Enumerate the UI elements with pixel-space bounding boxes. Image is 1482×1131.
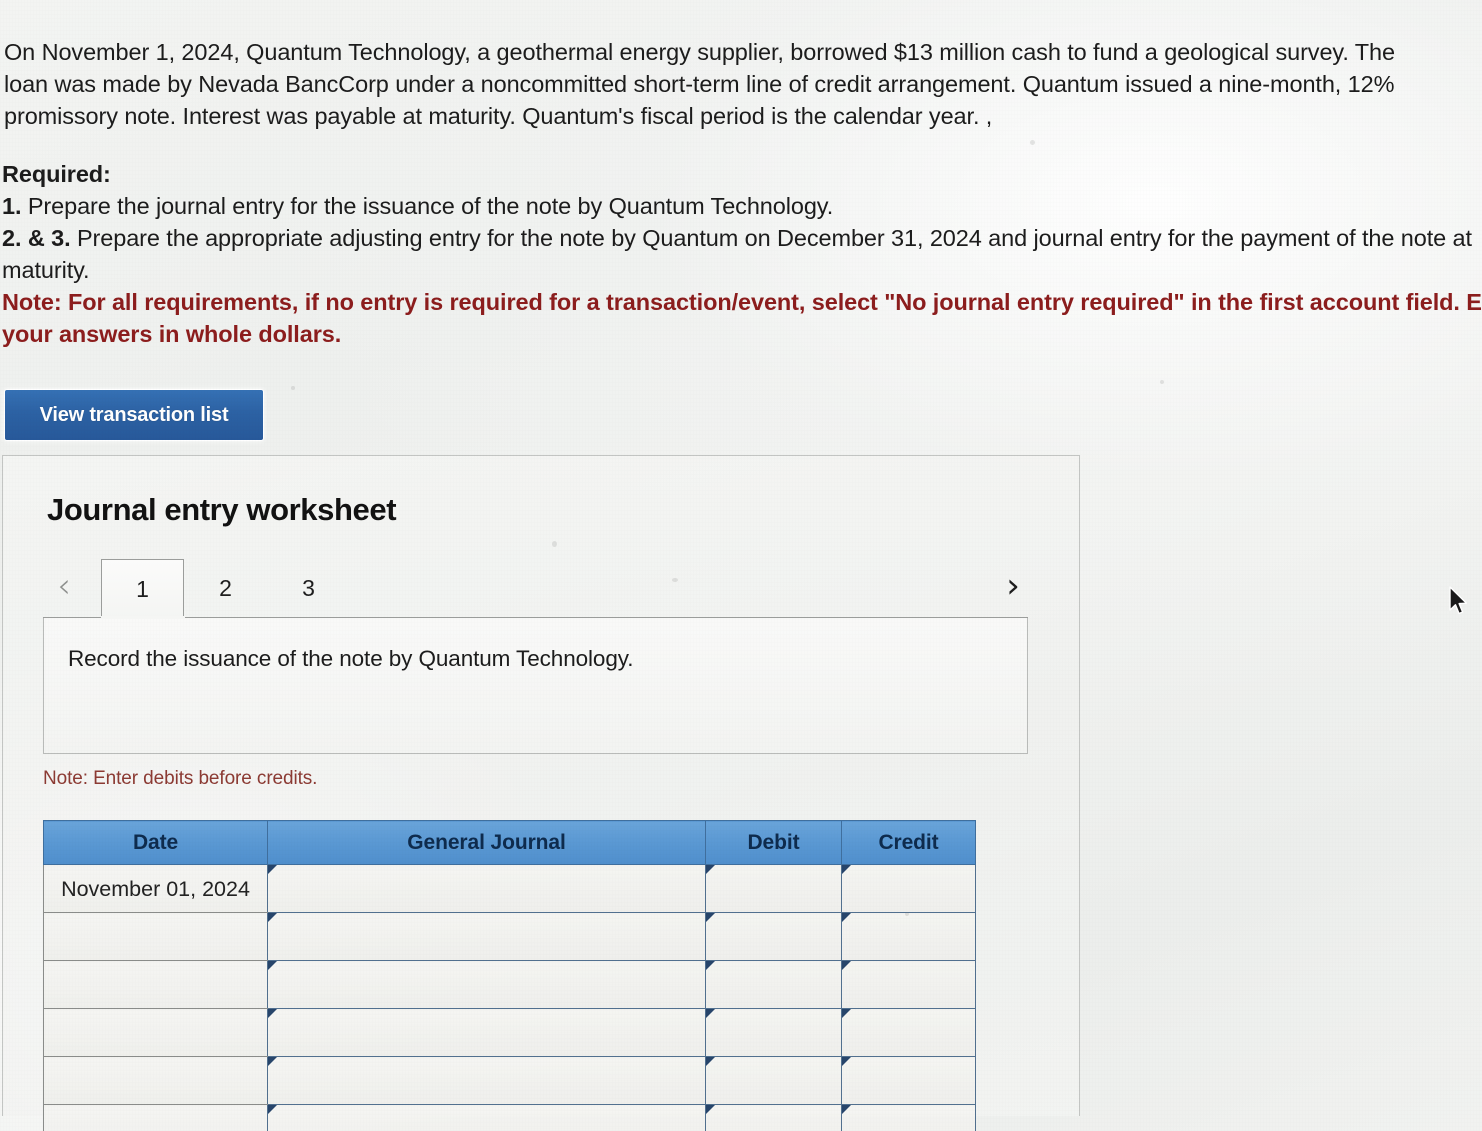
dropdown-marker-icon	[706, 913, 715, 922]
required-heading: Required:	[2, 161, 111, 187]
debit-cell[interactable]	[705, 1056, 842, 1105]
prev-entry-chevron-icon[interactable]: ‹	[49, 565, 79, 607]
dropdown-marker-icon	[842, 865, 851, 874]
date-value: November 01, 2024	[61, 877, 250, 901]
dropdown-marker-icon	[268, 1057, 277, 1066]
problem-statement-line-2: loan was made by Nevada BancCorp under a…	[4, 71, 1395, 97]
general-journal-cell[interactable]	[267, 1104, 706, 1131]
tab-strip: 1 2 3	[101, 555, 350, 618]
date-cell[interactable]	[43, 912, 268, 961]
column-header-credit: Credit	[841, 820, 976, 865]
photo-speck	[1030, 140, 1035, 145]
instruction-box: Record the issuance of the note by Quant…	[43, 618, 1028, 754]
worksheet-tab-bar: ‹ 1 2 3 ›	[43, 555, 1028, 618]
table-row	[43, 1104, 976, 1131]
journal-entry-table: Date General Journal Debit Credit Novemb…	[43, 820, 976, 1131]
dropdown-marker-icon	[706, 961, 715, 970]
dropdown-marker-icon	[842, 1057, 851, 1066]
dropdown-marker-icon	[268, 913, 277, 922]
date-value	[44, 984, 267, 986]
date-value	[44, 1128, 267, 1130]
view-transaction-list-button[interactable]: View transaction list	[4, 389, 264, 441]
photo-speck	[905, 912, 909, 916]
credit-cell[interactable]	[841, 1008, 976, 1057]
dropdown-marker-icon	[268, 865, 277, 874]
general-journal-cell[interactable]	[267, 912, 706, 961]
dropdown-marker-icon	[842, 913, 851, 922]
column-header-debit: Debit	[705, 820, 842, 865]
required-note: Note: For all requirements, if no entry …	[2, 289, 1482, 347]
general-journal-cell[interactable]	[267, 1056, 706, 1105]
credit-cell[interactable]	[841, 1056, 976, 1105]
tab-entry-2-label: 2	[219, 575, 232, 601]
tab-entry-3[interactable]: 3	[267, 559, 350, 618]
tab-entry-3-label: 3	[302, 575, 315, 601]
photo-speck	[1160, 380, 1164, 384]
credit-cell[interactable]	[841, 912, 976, 961]
date-value	[44, 936, 267, 938]
debit-cell[interactable]	[705, 912, 842, 961]
table-row	[43, 1056, 976, 1105]
credit-cell[interactable]	[841, 864, 976, 913]
screenshot-root: On November 1, 2024, Quantum Technology,…	[0, 0, 1482, 1131]
dropdown-marker-icon	[706, 1009, 715, 1018]
general-journal-cell[interactable]	[267, 1008, 706, 1057]
general-journal-cell[interactable]	[267, 864, 706, 913]
dropdown-marker-icon	[268, 1105, 277, 1114]
dropdown-marker-icon	[706, 1057, 715, 1066]
date-cell[interactable]: November 01, 2024	[43, 864, 268, 913]
date-cell[interactable]	[43, 1056, 268, 1105]
credit-cell[interactable]	[841, 1104, 976, 1131]
debits-before-credits-note: Note: Enter debits before credits.	[43, 768, 318, 789]
photo-speck	[291, 386, 295, 390]
problem-statement-line-3: promissory note. Interest was payable at…	[4, 103, 993, 129]
required-item-2-number: 2. & 3.	[2, 225, 71, 251]
tab-active-mask	[101, 616, 185, 619]
column-header-date: Date	[43, 820, 268, 865]
required-item-1-text: Prepare the journal entry for the issuan…	[21, 193, 834, 219]
dropdown-marker-icon	[842, 961, 851, 970]
table-row	[43, 1008, 976, 1057]
photo-speck	[672, 578, 678, 582]
table-row: November 01, 2024	[43, 864, 976, 913]
table-row	[43, 912, 976, 961]
dropdown-marker-icon	[706, 1105, 715, 1114]
date-cell[interactable]	[43, 960, 268, 1009]
problem-statement-line-1: On November 1, 2024, Quantum Technology,…	[4, 39, 1395, 65]
debit-cell[interactable]	[705, 864, 842, 913]
required-item-2: 2. & 3. Prepare the appropriate adjustin…	[2, 222, 1482, 286]
dropdown-marker-icon	[268, 1009, 277, 1018]
mouse-cursor-icon	[1449, 586, 1468, 615]
required-item-1-number: 1.	[2, 193, 22, 219]
instruction-text: Record the issuance of the note by Quant…	[68, 646, 634, 671]
worksheet-title: Journal entry worksheet	[47, 492, 397, 527]
tab-entry-1[interactable]: 1	[101, 559, 184, 618]
dropdown-marker-icon	[268, 961, 277, 970]
tab-entry-1-label: 1	[136, 575, 149, 602]
date-value	[44, 1080, 267, 1082]
tab-entry-2[interactable]: 2	[184, 559, 267, 618]
next-entry-chevron-icon[interactable]: ›	[998, 565, 1028, 607]
date-value	[44, 1032, 267, 1034]
table-header-row: Date General Journal Debit Credit	[43, 820, 976, 865]
required-item-1: 1. Prepare the journal entry for the iss…	[2, 190, 1482, 222]
debit-cell[interactable]	[705, 960, 842, 1009]
photo-speck	[552, 541, 557, 547]
required-block: Required: 1. Prepare the journal entry f…	[2, 158, 1482, 350]
date-cell[interactable]	[43, 1008, 268, 1057]
debit-cell[interactable]	[705, 1008, 842, 1057]
column-header-general-journal: General Journal	[267, 820, 706, 865]
dropdown-marker-icon	[842, 1105, 851, 1114]
date-cell[interactable]	[43, 1104, 268, 1131]
required-item-2-text: Prepare the appropriate adjusting entry …	[2, 225, 1472, 283]
debit-cell[interactable]	[705, 1104, 842, 1131]
dropdown-marker-icon	[842, 1009, 851, 1018]
credit-cell[interactable]	[841, 960, 976, 1009]
journal-entry-worksheet-panel: Journal entry worksheet ‹ 1 2 3 › Record…	[2, 455, 1080, 1131]
table-row	[43, 960, 976, 1009]
general-journal-cell[interactable]	[267, 960, 706, 1009]
problem-statement: On November 1, 2024, Quantum Technology,…	[4, 36, 1482, 132]
dropdown-marker-icon	[706, 865, 715, 874]
